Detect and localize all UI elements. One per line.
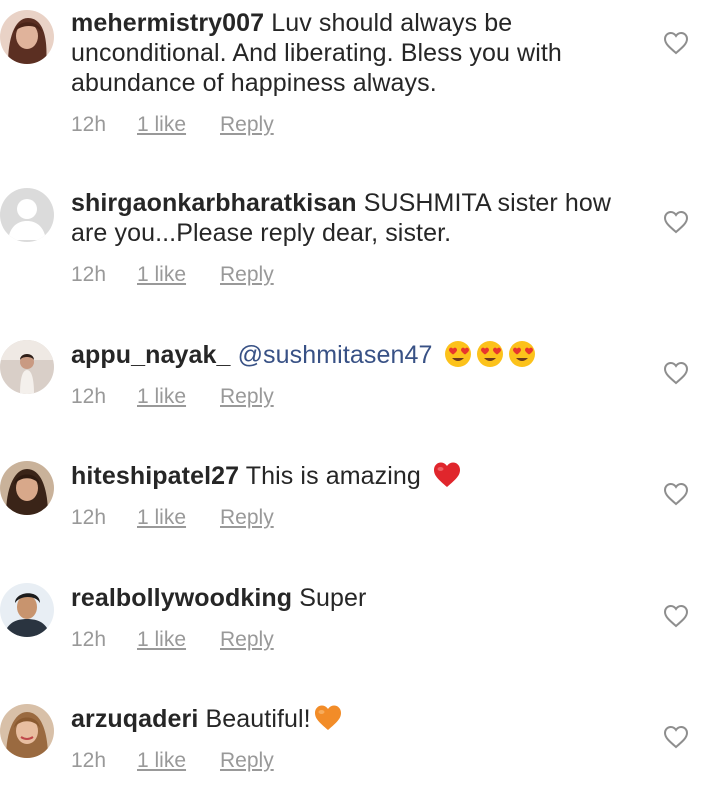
comment-timestamp: 12h	[71, 628, 107, 651]
avatar[interactable]	[0, 188, 54, 242]
comment-meta: 12h 1 like Reply	[71, 385, 274, 409]
red-heart-emoji	[432, 461, 462, 489]
heart-outline-icon[interactable]	[663, 604, 689, 628]
heart-outline-icon[interactable]	[663, 361, 689, 385]
comment-username[interactable]: appu_nayak_	[71, 341, 231, 369]
avatar[interactable]	[0, 583, 54, 637]
comment-timestamp: 12h	[71, 749, 107, 772]
avatar[interactable]	[0, 10, 54, 64]
avatar[interactable]	[0, 461, 54, 515]
comment-message: Super	[299, 584, 367, 612]
comment-meta: 12h 1 like Reply	[71, 113, 274, 137]
reply-button[interactable]: Reply	[220, 506, 274, 530]
heart-outline-icon[interactable]	[663, 31, 689, 55]
avatar[interactable]	[0, 704, 54, 758]
comment-text: arzuqaderi Beautiful!	[71, 704, 611, 734]
avatar[interactable]	[0, 340, 54, 394]
comment-text: appu_nayak_ @sushmitasen47	[71, 340, 611, 370]
comment-message: Beautiful!	[205, 705, 311, 733]
reply-button[interactable]: Reply	[220, 263, 274, 287]
like-count-link[interactable]: 1 like	[137, 263, 220, 287]
comment-username[interactable]: mehermistry007	[71, 9, 264, 37]
comment-timestamp: 12h	[71, 263, 107, 286]
comment-username[interactable]: realbollywoodking	[71, 584, 292, 612]
comment-username[interactable]: hiteshipatel27	[71, 462, 239, 490]
heart-eyes-emoji	[444, 340, 472, 368]
like-count-link[interactable]: 1 like	[137, 385, 220, 409]
comment-message: This is amazing	[245, 462, 421, 490]
heart-eyes-emoji	[508, 340, 536, 368]
mention-link[interactable]: @sushmitasen47	[238, 341, 433, 369]
heart-outline-icon[interactable]	[663, 482, 689, 506]
comment-meta: 12h 1 like Reply	[71, 628, 274, 652]
like-count-link[interactable]: 1 like	[137, 749, 220, 773]
like-count-link[interactable]: 1 like	[137, 113, 220, 137]
comment-text: shirgaonkarbharatkisan SUSHMITA sister h…	[71, 188, 611, 248]
orange-heart-emoji	[313, 704, 343, 732]
comment-text: realbollywoodking Super	[71, 583, 611, 613]
reply-button[interactable]: Reply	[220, 628, 274, 652]
comment-timestamp: 12h	[71, 506, 107, 529]
comment-text: mehermistry007 Luv should always be unco…	[71, 8, 611, 98]
comment-text: hiteshipatel27 This is amazing	[71, 461, 611, 491]
comment-timestamp: 12h	[71, 113, 107, 136]
like-count-link[interactable]: 1 like	[137, 506, 220, 530]
comment-username[interactable]: shirgaonkarbharatkisan	[71, 189, 357, 217]
comment-meta: 12h 1 like Reply	[71, 263, 274, 287]
comment-meta: 12h 1 like Reply	[71, 506, 274, 530]
reply-button[interactable]: Reply	[220, 749, 274, 773]
comment-meta: 12h 1 like Reply	[71, 749, 274, 773]
heart-outline-icon[interactable]	[663, 725, 689, 749]
reply-button[interactable]: Reply	[220, 113, 274, 137]
heart-outline-icon[interactable]	[663, 210, 689, 234]
like-count-link[interactable]: 1 like	[137, 628, 220, 652]
heart-eyes-emoji	[476, 340, 504, 368]
reply-button[interactable]: Reply	[220, 385, 274, 409]
comment-timestamp: 12h	[71, 385, 107, 408]
comment-username[interactable]: arzuqaderi	[71, 705, 198, 733]
